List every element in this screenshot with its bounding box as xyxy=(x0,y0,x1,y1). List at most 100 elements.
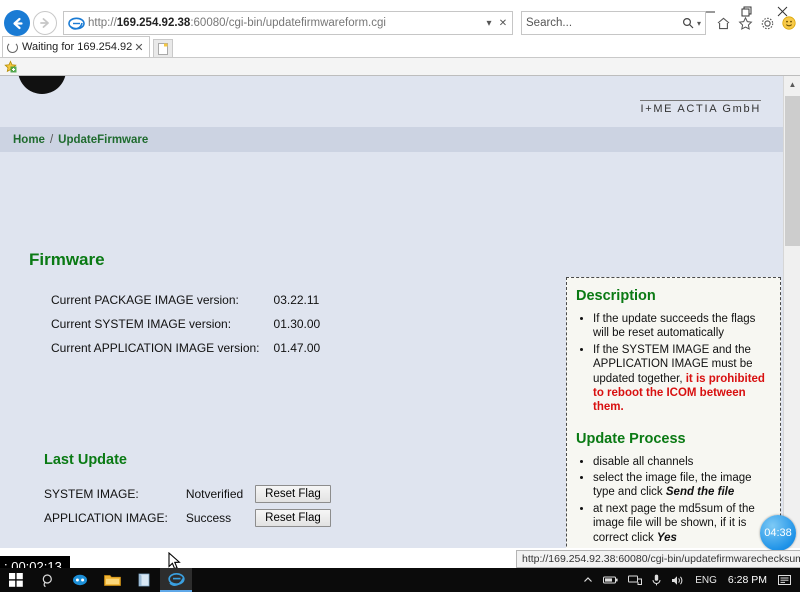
gear-icon[interactable] xyxy=(756,12,778,34)
breadcrumb-home-link[interactable]: Home xyxy=(13,134,45,146)
windows-logo-icon xyxy=(9,573,23,587)
process-text: disable all channels xyxy=(593,455,694,468)
folder-icon xyxy=(103,575,121,586)
forward-arrow-icon[interactable] xyxy=(33,11,57,35)
new-tab-button[interactable] xyxy=(153,39,173,57)
taskbar-cortana-button[interactable] xyxy=(64,568,96,592)
taskbar-internet-explorer-button[interactable] xyxy=(160,568,192,592)
close-icon[interactable]: ✕ xyxy=(133,41,145,54)
tab-active[interactable]: Waiting for 169.254.92.38 ✕ xyxy=(2,36,150,57)
description-panel: Description If the update succeeds the f… xyxy=(566,277,781,548)
status-bar-url: http://169.254.92.38:60080/cgi-bin/updat… xyxy=(516,550,800,568)
taskbar-file-explorer-button[interactable] xyxy=(96,568,128,592)
last-update-table: SYSTEM IMAGE: Notverified Reset Flag APP… xyxy=(44,482,331,530)
update-process-list: disable all channels select the image fi… xyxy=(576,455,771,548)
table-row: Current APPLICATION IMAGE version: 01.47… xyxy=(29,336,320,360)
list-item: disable all channels xyxy=(593,455,771,469)
table-row: APPLICATION IMAGE: Success Reset Flag xyxy=(44,506,331,530)
table-row: SYSTEM IMAGE: Notverified Reset Flag xyxy=(44,482,331,506)
search-box[interactable]: Search... ▾ xyxy=(521,11,706,35)
star-icon[interactable] xyxy=(734,12,756,34)
process-emphasis: Yes xyxy=(656,531,677,544)
url-text: http://169.254.92.38:60080/cgi-bin/updat… xyxy=(88,17,386,29)
back-arrow-icon[interactable] xyxy=(4,10,30,36)
list-item: if not all updates are done click on Upd… xyxy=(593,547,771,549)
ie-icon xyxy=(167,572,185,586)
volume-icon[interactable] xyxy=(666,568,690,592)
network-icon[interactable] xyxy=(623,568,647,592)
company-name: I+ME ACTIA GmbH xyxy=(640,100,761,115)
table-row: Current SYSTEM IMAGE version: 01.30.00 xyxy=(29,312,320,336)
session-timer-badge: 04:38 xyxy=(760,515,796,551)
firmware-version-table: Current PACKAGE IMAGE version: 03.22.11 … xyxy=(29,288,320,360)
site-header: I+ME ACTIA GmbH xyxy=(0,76,783,127)
home-icon[interactable] xyxy=(712,12,734,34)
chevron-up-icon[interactable] xyxy=(578,568,598,592)
table-row: Current PACKAGE IMAGE version: 03.22.11 xyxy=(29,288,320,312)
windows-taskbar: ENG 6:28 PM xyxy=(0,568,800,592)
search-input[interactable]: Search... xyxy=(526,17,682,29)
taskbar-search-button[interactable] xyxy=(32,568,64,592)
ie-favicon-icon xyxy=(68,17,85,30)
search-icon xyxy=(42,573,52,587)
list-item: If the SYSTEM IMAGE and the APPLICATION … xyxy=(593,343,771,415)
search-dropdown-chevron-icon[interactable]: ▾ xyxy=(697,19,701,28)
loading-spinner-icon xyxy=(7,41,18,53)
browser-chrome: http://169.254.92.38:60080/cgi-bin/updat… xyxy=(0,0,800,76)
status-badge: Notverified xyxy=(185,487,244,501)
image-label: SYSTEM IMAGE: xyxy=(44,487,139,501)
version-label: Current APPLICATION IMAGE version: xyxy=(51,341,260,355)
image-label: APPLICATION IMAGE: xyxy=(44,511,168,525)
tab-strip: Waiting for 169.254.92.38 ✕ xyxy=(0,36,800,58)
description-bullet-list: If the update succeeds the flags will be… xyxy=(576,312,771,415)
description-heading: Description xyxy=(576,288,656,304)
page-title: Firmware xyxy=(29,250,105,269)
breadcrumb-separator: / xyxy=(49,133,54,146)
reset-flag-button-system[interactable]: Reset Flag xyxy=(255,485,331,503)
notification-icon[interactable] xyxy=(773,568,796,592)
tab-title: Waiting for 169.254.92.38 xyxy=(22,41,133,53)
version-value: 01.47.00 xyxy=(273,341,321,355)
version-value: 01.30.00 xyxy=(273,317,321,331)
cortana-icon xyxy=(73,574,87,586)
update-process-heading: Update Process xyxy=(576,430,686,447)
favorites-bar xyxy=(0,58,800,76)
page-content: Firmware Current PACKAGE IMAGE version: … xyxy=(0,152,783,548)
version-label: Current SYSTEM IMAGE version: xyxy=(51,317,232,331)
firmware-section: Firmware Current PACKAGE IMAGE version: … xyxy=(29,250,320,360)
battery-icon[interactable] xyxy=(598,568,623,592)
version-label: Current PACKAGE IMAGE version: xyxy=(51,293,239,307)
microphone-icon[interactable] xyxy=(647,568,666,592)
breadcrumb-current-link[interactable]: UpdateFirmware xyxy=(58,134,148,146)
version-value: 03.22.11 xyxy=(273,293,320,307)
language-indicator[interactable]: ENG xyxy=(690,568,722,592)
taskbar-store-button[interactable] xyxy=(128,568,160,592)
store-icon xyxy=(138,573,150,587)
search-icon xyxy=(682,17,694,29)
address-bar[interactable]: http://169.254.92.38:60080/cgi-bin/updat… xyxy=(63,11,513,35)
last-update-heading: Last Update xyxy=(44,452,127,468)
list-item: select the image file, the image type an… xyxy=(593,471,771,500)
new-tab-page-icon xyxy=(158,42,168,55)
navigation-toolbar: http://169.254.92.38:60080/cgi-bin/updat… xyxy=(0,9,800,37)
status-badge: Success xyxy=(185,511,232,525)
last-update-section: Last Update SYSTEM IMAGE: Notverified Re… xyxy=(44,452,331,530)
list-item: at next page the md5sum of the image fil… xyxy=(593,502,771,545)
company-logo-icon xyxy=(18,76,66,94)
page-scrollbar[interactable]: ▲ ▼ xyxy=(783,76,800,548)
system-tray: ENG 6:28 PM xyxy=(578,568,800,592)
scrollbar-thumb[interactable] xyxy=(785,96,800,246)
stop-x-icon[interactable]: ✕ xyxy=(496,18,510,29)
chevron-down-icon[interactable]: ▾ xyxy=(482,18,496,29)
list-item: If the update succeeds the flags will be… xyxy=(593,312,771,341)
smiley-feedback-icon[interactable] xyxy=(778,12,800,34)
chrome-icon-group xyxy=(712,12,800,34)
favorites-star-icon[interactable] xyxy=(4,60,17,73)
reset-flag-button-application[interactable]: Reset Flag xyxy=(255,509,331,527)
breadcrumb: Home / UpdateFirmware xyxy=(0,127,783,152)
clock[interactable]: 6:28 PM xyxy=(722,574,773,586)
process-emphasis: Send the file xyxy=(665,486,735,499)
page-viewport: I+ME ACTIA GmbH Home / UpdateFirmware Fi… xyxy=(0,76,800,548)
start-button[interactable] xyxy=(0,568,32,592)
scroll-up-arrow-icon[interactable]: ▲ xyxy=(784,76,800,93)
